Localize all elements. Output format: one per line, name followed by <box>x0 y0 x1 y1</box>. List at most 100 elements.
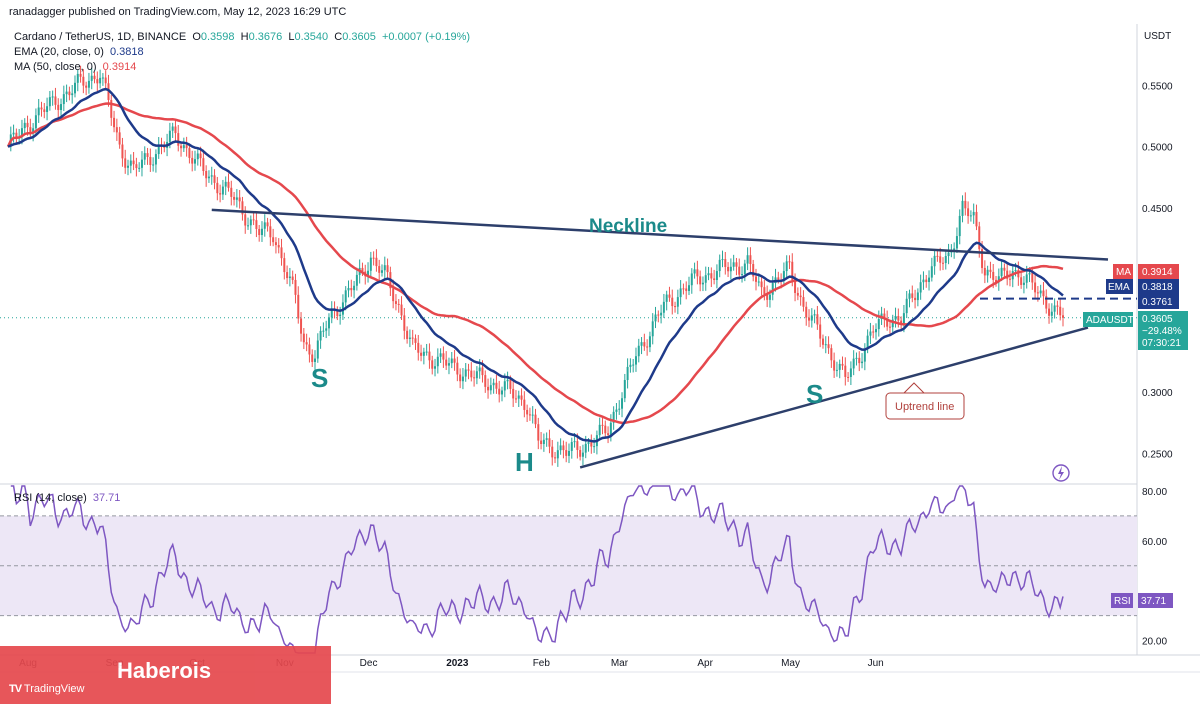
low-value: 0.3540 <box>294 31 329 43</box>
candle-body <box>914 297 917 301</box>
candle-body <box>213 175 216 183</box>
candle-body <box>534 414 537 425</box>
candle-body <box>590 442 593 447</box>
candle-body <box>149 156 152 165</box>
lightning-icon[interactable] <box>1052 464 1070 482</box>
candle-body <box>537 424 540 441</box>
candle-body <box>104 77 107 84</box>
candle-body <box>322 330 325 332</box>
svg-text:0.3605: 0.3605 <box>1142 314 1173 325</box>
candle-body <box>668 294 671 298</box>
candle-body <box>930 266 933 278</box>
candle-body <box>718 259 721 272</box>
time-tick-label: Feb <box>533 658 551 669</box>
svg-text:−29.48%: −29.48% <box>1142 326 1182 337</box>
candle-body <box>819 324 822 339</box>
candle-body <box>556 450 559 459</box>
candle-body <box>1048 308 1051 316</box>
candle-body <box>1039 290 1042 294</box>
candle-body <box>640 342 643 346</box>
candle-body <box>989 269 992 272</box>
candle-body <box>512 388 515 399</box>
candle-body <box>852 358 855 369</box>
candle-body <box>65 91 68 95</box>
candle-body <box>872 331 875 333</box>
candle-body <box>154 154 157 165</box>
candle-body <box>690 273 693 286</box>
ma-legend[interactable]: MA (50, close, 0) 0.3914 <box>14 61 136 73</box>
candle-body <box>662 301 665 313</box>
rsi-legend[interactable]: RSI (14, close) 37.71 <box>14 492 120 504</box>
level-axis-tag: 0.3761 <box>1138 294 1179 309</box>
candle-body <box>143 153 146 160</box>
candle-body <box>227 181 230 188</box>
candle-body <box>528 414 531 416</box>
candle-body <box>579 449 582 457</box>
candle-body <box>827 344 830 349</box>
candle-body <box>199 153 202 159</box>
candle-body <box>1056 305 1059 307</box>
candle-body <box>316 340 319 359</box>
candle-body <box>459 374 462 382</box>
uptrend-callout-text: Uptrend line <box>895 401 954 413</box>
candle-body <box>73 82 76 94</box>
candle-body <box>327 317 330 329</box>
candle-body <box>51 96 54 98</box>
candle-body <box>1025 274 1028 283</box>
candle-body <box>738 266 741 275</box>
candle-body <box>593 446 596 448</box>
candle-body <box>99 77 102 84</box>
candle-body <box>584 443 587 453</box>
candle-body <box>771 283 774 295</box>
candle-body <box>648 336 651 348</box>
candle-body <box>676 297 679 307</box>
candle-body <box>439 353 442 357</box>
rsi-axis-tag: RSI 37.71 <box>1111 593 1173 608</box>
ema-legend-label: EMA (20, close, 0) <box>14 46 104 58</box>
candle-body <box>919 282 922 293</box>
candle-body <box>127 165 130 168</box>
candle-body <box>682 288 685 290</box>
candle-body <box>260 228 263 236</box>
candle-body <box>975 211 978 227</box>
candle-body <box>841 363 844 366</box>
candle-body <box>34 115 37 129</box>
candle-body <box>235 197 238 200</box>
candle-body <box>135 164 138 169</box>
candle-body <box>188 148 191 158</box>
candle-body <box>406 330 409 339</box>
candle-body <box>425 351 428 353</box>
candle-body <box>746 255 749 264</box>
close-value: 0.3605 <box>342 31 376 43</box>
candle-body <box>408 337 411 339</box>
candle-body <box>933 255 936 267</box>
candle-body <box>101 77 104 79</box>
candle-body <box>685 288 688 291</box>
candle-body <box>417 342 420 353</box>
change-value: +0.0007 (+0.19%) <box>381 31 471 43</box>
candle-body <box>972 211 975 216</box>
candle-body <box>397 303 400 305</box>
candle-body <box>487 386 490 391</box>
candle-body <box>847 376 850 378</box>
candle-body <box>394 301 397 304</box>
candle-body <box>665 294 668 302</box>
candle-body <box>420 352 423 356</box>
candle-body <box>302 333 305 343</box>
candle-body <box>908 293 911 299</box>
candle-body <box>509 379 512 389</box>
ma-legend-value: 0.3914 <box>102 61 137 73</box>
candle-body <box>875 329 878 333</box>
candle-body <box>514 398 517 400</box>
candle-body <box>551 446 554 458</box>
candle-body <box>180 145 183 149</box>
candle-body <box>707 273 710 276</box>
candle-body <box>944 256 947 264</box>
candle-body <box>308 344 311 355</box>
candle-body <box>763 287 766 294</box>
time-tick-label: Mar <box>611 658 629 669</box>
candle-body <box>788 261 791 263</box>
ema-legend[interactable]: EMA (20, close, 0) 0.3818 <box>14 46 144 58</box>
svg-text:RSI: RSI <box>1114 596 1131 607</box>
candle-body <box>799 295 802 298</box>
